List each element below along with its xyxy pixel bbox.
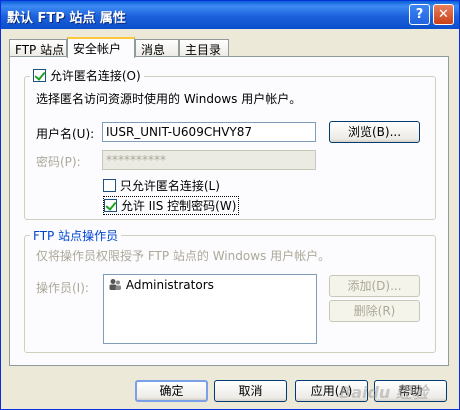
tab-messages[interactable]: 消息 (135, 39, 179, 57)
operators-legend: FTP 站点操作员 (30, 227, 122, 244)
remove-operator-button[interactable]: 删除(R) (329, 300, 420, 322)
operators-label: 操作员(I): (36, 281, 89, 295)
username-input[interactable]: IUSR_UNIT-U609CHVY87 (102, 122, 316, 142)
browse-button[interactable]: 浏览(B)... (329, 121, 420, 143)
user-group-icon (108, 278, 122, 291)
add-operator-button[interactable]: 添加(D)... (329, 275, 420, 297)
title-bar[interactable]: 默认 FTP 站点 属性 ? ✕ (1, 1, 459, 29)
list-item-label: Administrators (125, 278, 214, 292)
allow-anonymous-label: 允许匿名连接(O) (49, 69, 141, 83)
window-title: 默认 FTP 站点 属性 (7, 11, 126, 26)
anonymous-description: 选择匿名访问资源时使用的 Windows 用户帐户。 (36, 92, 302, 106)
close-icon[interactable]: ✕ (433, 4, 454, 25)
cancel-button[interactable]: 取消 (214, 380, 287, 402)
only-anonymous-label: 只允许匿名连接(L) (119, 179, 220, 193)
watermark: Baidu 经验 (339, 383, 428, 402)
tab-panel-security: 允许匿名连接(O) 选择匿名访问资源时使用的 Windows 用户帐户。 用户名… (9, 56, 449, 366)
tab-ftp-site[interactable]: FTP 站点 (9, 39, 67, 57)
ok-button[interactable]: 确定 (135, 380, 208, 402)
allow-anonymous-row[interactable]: 允许匿名连接(O) (30, 67, 144, 84)
only-anonymous-checkbox[interactable] (103, 179, 116, 192)
tab-security-accounts[interactable]: 安全帐户 (67, 37, 135, 58)
allow-iis-checkbox[interactable] (104, 199, 117, 212)
operators-listbox[interactable]: Administrators (103, 274, 317, 344)
properties-dialog: 默认 FTP 站点 属性 ? ✕ FTP 站点 安全帐户 消息 主目录 允许匿名… (0, 0, 460, 410)
operators-description: 仅将操作员权限授予 FTP 站点的 Windows 用户帐户。 (36, 249, 331, 263)
password-input[interactable]: ********** (102, 150, 316, 170)
allow-anonymous-checkbox[interactable] (33, 69, 46, 82)
tab-home-directory[interactable]: 主目录 (179, 39, 229, 57)
allow-iis-label: 允许 IIS 控制密码(W) (120, 199, 237, 213)
only-anonymous-row[interactable]: 只允许匿名连接(L) (103, 177, 220, 194)
help-icon[interactable]: ? (409, 4, 430, 25)
allow-iis-row[interactable]: 允许 IIS 控制密码(W) (103, 196, 240, 215)
list-item[interactable]: Administrators (108, 278, 214, 292)
username-label: 用户名(U): (36, 127, 95, 141)
password-label: 密码(P): (36, 155, 81, 169)
